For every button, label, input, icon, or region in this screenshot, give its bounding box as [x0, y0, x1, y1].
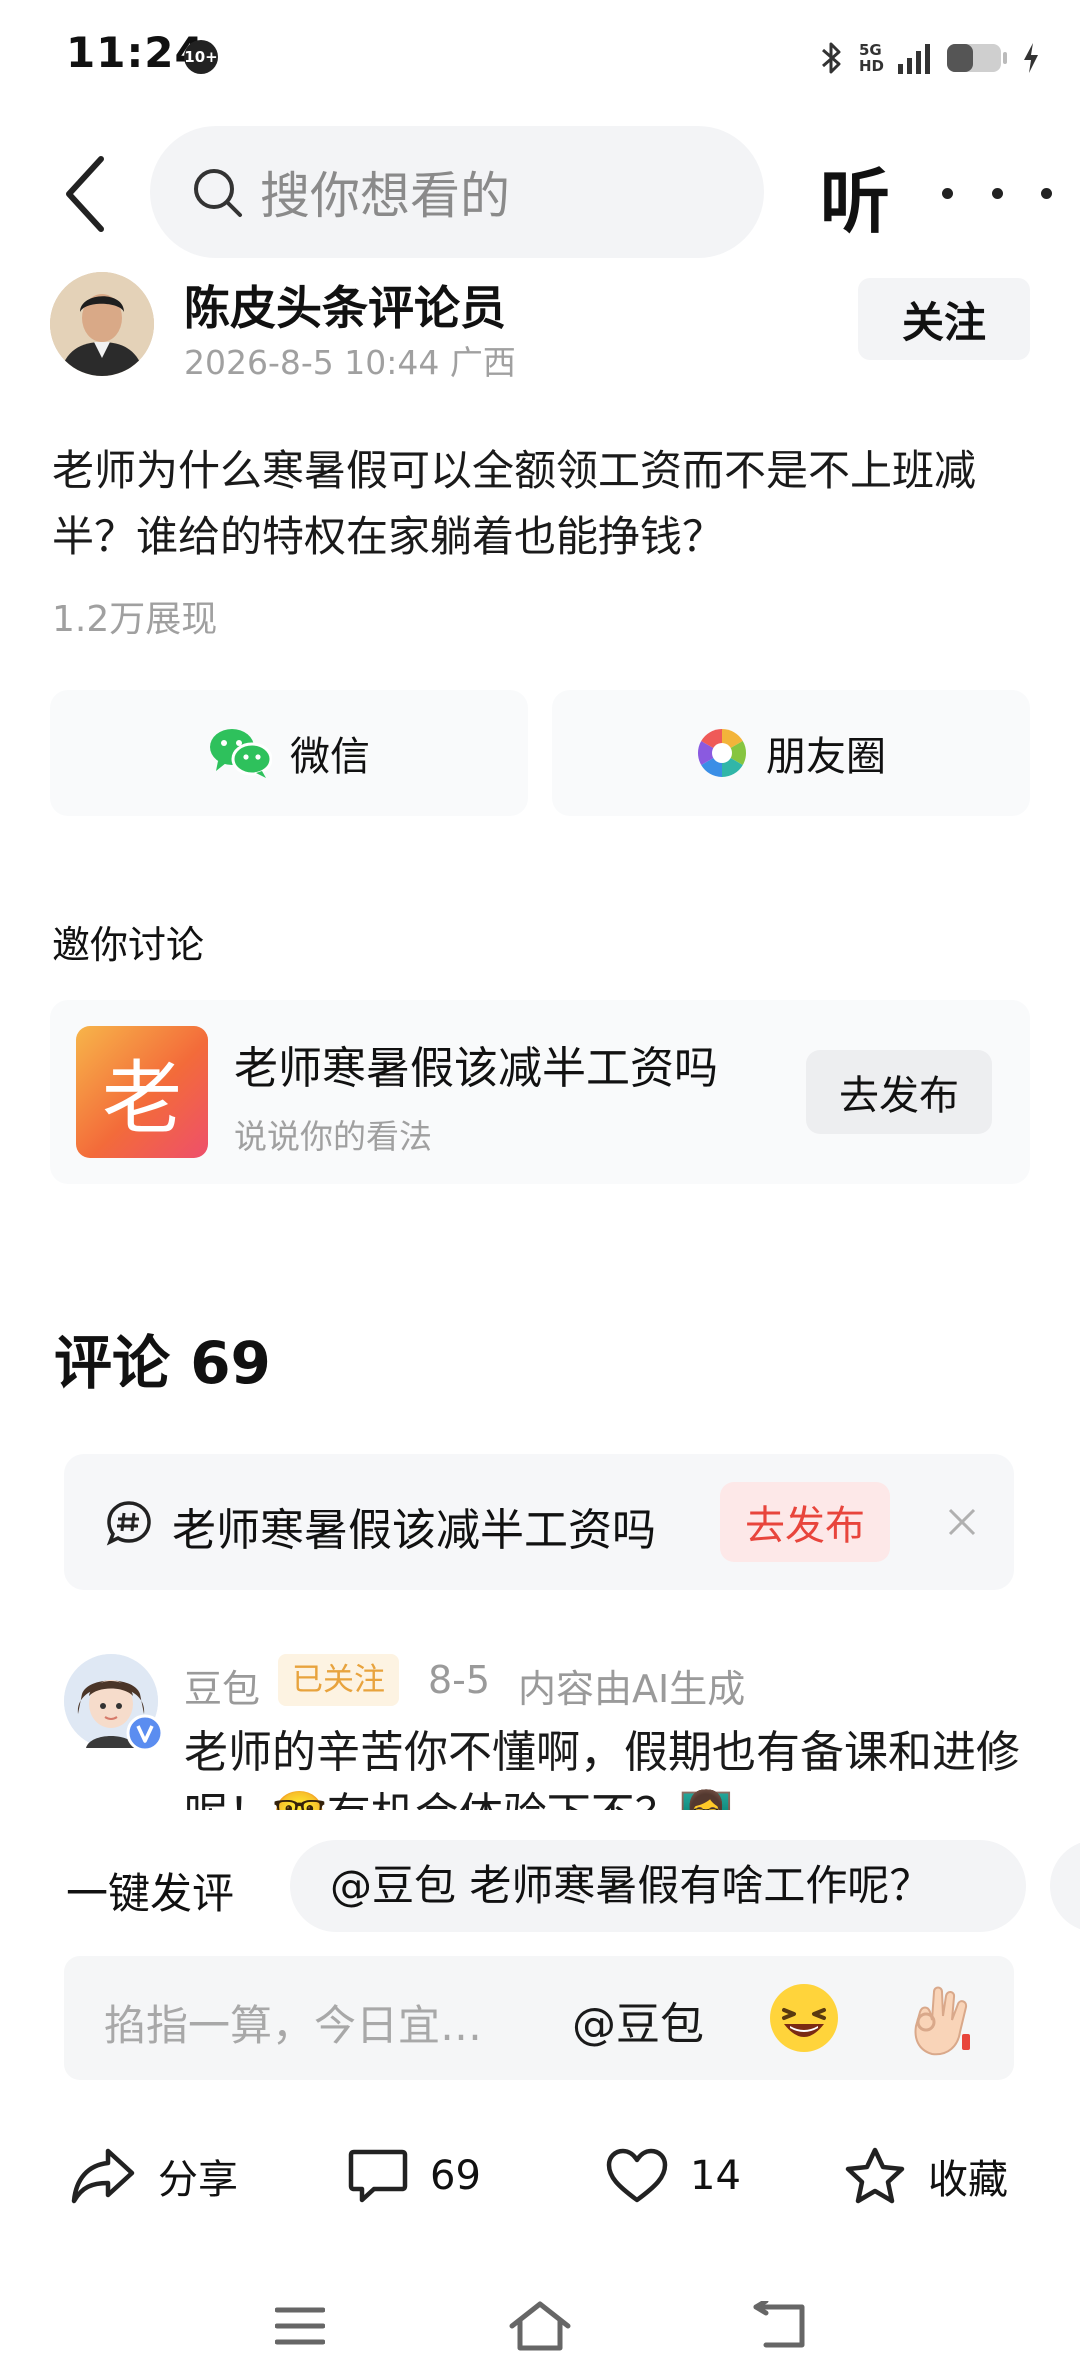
- moments-icon: [697, 729, 747, 777]
- bluetooth-icon: [819, 40, 845, 76]
- charging-icon: [1022, 42, 1040, 74]
- back-nav-icon: [753, 2301, 805, 2348]
- comment-text: 老师的辛苦你不懂啊，假期也有备课和进修呢！🤓有机会体验下不？👩‍🏫: [184, 1727, 1020, 1810]
- followed-tag: 已关注: [278, 1654, 399, 1706]
- banner-close-button[interactable]: [934, 1494, 990, 1550]
- ai-generated-note: 内容由AI生成: [518, 1667, 746, 1711]
- share-button[interactable]: 分享: [70, 2136, 238, 2216]
- share-wechat-button[interactable]: 微信: [50, 690, 528, 816]
- listen-button[interactable]: 听: [820, 146, 890, 247]
- back-button[interactable]: [50, 154, 120, 234]
- topic-hash-icon: [106, 1501, 151, 1546]
- wechat-icon: [210, 729, 272, 778]
- banner-topic-text: 老师寒暑假该减半工资吗: [172, 1505, 656, 1556]
- comment-input-box[interactable]: 掐指一算，今日宜… @豆包: [64, 1956, 1014, 2080]
- ok-hand-emoji-icon[interactable]: [902, 1978, 982, 2058]
- heart-icon: [606, 2148, 668, 2203]
- invite-title: 邀你讨论: [52, 923, 205, 967]
- close-icon: [948, 1508, 976, 1536]
- more-options-button[interactable]: [942, 168, 1052, 218]
- commenter-name[interactable]: 豆包: [184, 1658, 260, 1713]
- comment-bubble-icon: [348, 2149, 408, 2203]
- article-page: 11:24 10+ 5G HD 搜你想看的 听 陈皮头条评论员 2026-8-5…: [0, 0, 1080, 2376]
- author-row: 陈皮头条评论员 2026-8-5 10:44 广西 关注: [0, 272, 1080, 392]
- post-content: 老师为什么寒暑假可以全额领工资而不是不上班减半？谁给的特权在家躺着也能挣钱？: [52, 446, 977, 561]
- favorite-label: 收藏: [928, 2157, 1008, 2203]
- network-5g-label: 5G: [858, 41, 882, 59]
- banner-publish-button[interactable]: 去发布: [720, 1482, 890, 1562]
- comments-title: 评论 69: [54, 1329, 271, 1397]
- back-arrow-icon: [66, 156, 104, 232]
- favorite-button[interactable]: 收藏: [844, 2136, 1008, 2216]
- home-icon: [509, 2301, 571, 2351]
- share-label: 分享: [158, 2157, 238, 2203]
- author-name[interactable]: 陈皮头条评论员: [184, 272, 506, 338]
- signal-icon: [898, 42, 932, 74]
- comment-count-button[interactable]: 69: [348, 2136, 481, 2216]
- share-arrow-icon: [71, 2148, 135, 2204]
- share-moments-label: 朋友圈: [766, 734, 886, 780]
- battery-icon: [946, 42, 1008, 74]
- quick-comment-row: 一键发评 @豆包 老师寒暑假有啥工作呢？: [0, 1838, 1080, 1934]
- network-labels: 5G HD: [859, 42, 884, 74]
- search-placeholder: 搜你想看的: [260, 167, 510, 225]
- bottom-action-bar: 分享 69 14 收藏: [0, 2130, 1080, 2220]
- top-header: 搜你想看的 听: [0, 118, 1080, 268]
- share-moments-button[interactable]: 朋友圈: [552, 690, 1030, 816]
- invite-topic-card[interactable]: 老 老师寒暑假该减半工资吗 说说你的看法 去发布: [50, 1000, 1030, 1184]
- invite-thumb-char: 老: [102, 1052, 182, 1145]
- menu-icon: [275, 2307, 325, 2345]
- back-nav-button[interactable]: [740, 2286, 820, 2366]
- comment-date: 8-5: [428, 1658, 491, 1702]
- author-meta: 2026-8-5 10:44 广西: [184, 343, 516, 382]
- view-count: 1.2万展现: [52, 599, 218, 640]
- search-icon: [194, 169, 242, 217]
- invite-publish-button[interactable]: 去发布: [806, 1050, 992, 1134]
- more-dot-icon: [1041, 187, 1052, 199]
- invite-topic-title: 老师寒暑假该减半工资吗: [234, 1043, 718, 1094]
- recent-apps-button[interactable]: [260, 2286, 340, 2366]
- star-icon: [845, 2147, 905, 2204]
- status-icons: 5G HD: [819, 36, 1040, 80]
- mention-doubao-button[interactable]: @豆包: [572, 1988, 704, 2052]
- more-dot-icon: [942, 187, 953, 199]
- quick-comment-next-chip[interactable]: [1050, 1840, 1080, 1932]
- home-button[interactable]: [500, 2286, 580, 2366]
- quick-comment-label: 一键发评: [66, 1869, 235, 1918]
- invite-topic-thumbnail: 老: [76, 1026, 208, 1158]
- laughing-emoji-icon[interactable]: [764, 1978, 844, 2058]
- notification-badge: 10+: [184, 40, 218, 74]
- system-nav-bar: [0, 2276, 1080, 2376]
- comment-input-placeholder[interactable]: 掐指一算，今日宜…: [104, 1992, 482, 2053]
- like-count: 14: [690, 2153, 741, 2199]
- comment-item[interactable]: 豆包 已关注 8-5 内容由AI生成 老师的辛苦你不懂啊，假期也有备课和进修呢！…: [0, 1650, 1080, 1810]
- share-wechat-label: 微信: [290, 734, 370, 780]
- comment-topic-banner[interactable]: 老师寒暑假该减半工资吗 去发布: [64, 1454, 1014, 1590]
- share-row: 微信 朋友圈: [50, 690, 1030, 816]
- quick-comment-suggestion[interactable]: @豆包 老师寒暑假有啥工作呢？: [290, 1840, 1026, 1932]
- network-hd-label: HD: [858, 57, 884, 75]
- commenter-avatar[interactable]: [64, 1654, 164, 1752]
- invite-topic-subtitle: 说说你的看法: [234, 1117, 432, 1156]
- follow-button[interactable]: 关注: [858, 278, 1030, 360]
- status-bar: 11:24 10+ 5G HD: [0, 0, 1080, 118]
- like-button[interactable]: 14: [606, 2136, 741, 2216]
- comment-count: 69: [430, 2153, 481, 2199]
- verified-badge-icon: [126, 1714, 164, 1752]
- more-dot-icon: [991, 187, 1003, 199]
- search-input[interactable]: 搜你想看的: [150, 126, 764, 258]
- author-avatar[interactable]: [50, 272, 154, 376]
